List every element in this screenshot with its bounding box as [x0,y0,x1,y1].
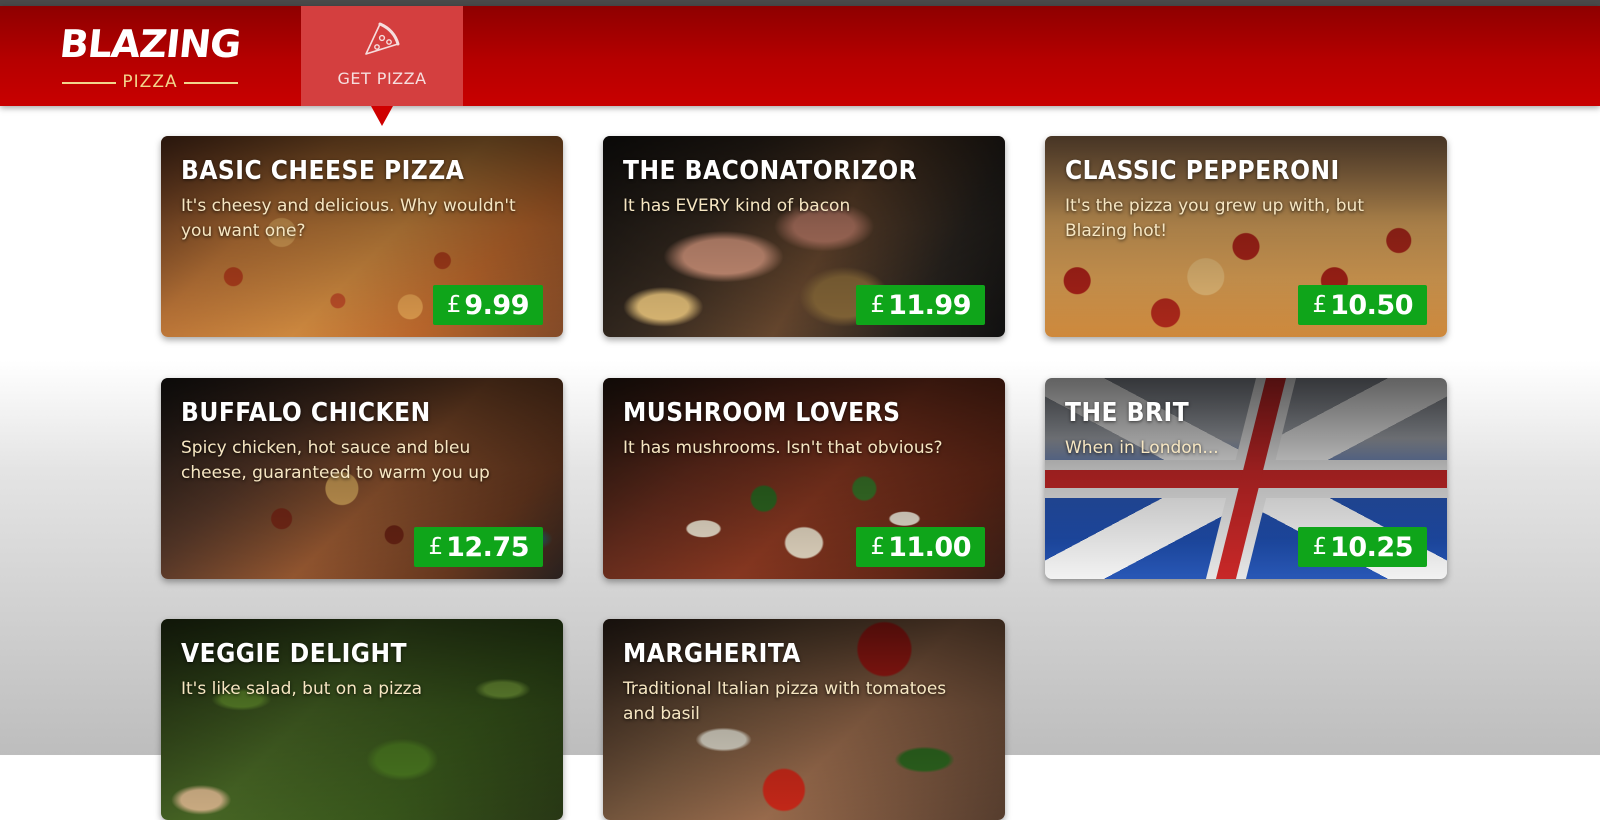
price-badge: £ 10.25 [1298,527,1427,567]
price-value: 12.75 [446,531,529,563]
price-badge: £ 10.50 [1298,285,1427,325]
pizza-title: THE BRIT [1065,398,1190,428]
pizza-description: It's like salad, but on a pizza [181,679,422,699]
currency-symbol: £ [428,534,444,560]
nav-label-get-pizza: GET PIZZA [337,69,427,88]
currency-symbol: £ [1312,534,1328,560]
active-nav-indicator [371,106,393,126]
pizza-description: It's cheesy and delicious. Why wouldn't … [181,196,516,241]
top-bar: BLAZING PIZZA GET PIZZA [0,6,1600,106]
pizza-description: When in London... [1065,438,1219,458]
pizza-description: Traditional Italian pizza with tomatoes … [623,679,947,724]
logo-divider-right [184,82,238,84]
price-badge: £ 11.00 [856,527,985,567]
pizza-description: It has mushrooms. Isn't that obvious? [623,438,943,458]
currency-symbol: £ [446,292,462,318]
currency-symbol: £ [1312,292,1328,318]
pizza-title: CLASSIC PEPPERONI [1065,156,1340,186]
price-value: 11.99 [888,289,971,321]
pizza-title: BASIC CHEESE PIZZA [181,156,465,186]
pizza-title: VEGGIE DELIGHT [181,639,408,669]
pizza-description: It's the pizza you grew up with, but Bla… [1065,196,1364,241]
pizza-title: BUFFALO CHICKEN [181,398,431,428]
nav-tab-get-pizza[interactable]: GET PIZZA [301,6,463,106]
pizza-card-baconatorizor[interactable]: THE BACONATORIZOR It has EVERY kind of b… [603,136,1005,337]
pizza-card-veggie-delight[interactable]: VEGGIE DELIGHT It's like salad, but on a… [161,619,563,820]
price-value: 11.00 [888,531,971,563]
price-badge: £ 9.99 [432,285,543,325]
pizza-card-classic-pepperoni[interactable]: CLASSIC PEPPERONI It's the pizza you gre… [1045,136,1447,337]
pizza-slice-icon [365,22,400,55]
pizza-card-the-brit[interactable]: THE BRIT When in London... £ 10.25 [1045,378,1447,579]
blazing-pizza-logo[interactable]: BLAZING PIZZA [57,20,243,92]
currency-symbol: £ [870,292,886,318]
pizza-title: MUSHROOM LOVERS [623,398,901,428]
price-value: 10.50 [1330,289,1413,321]
price-badge: £ 12.75 [414,527,543,567]
pizza-description: It has EVERY kind of bacon [623,196,851,216]
currency-symbol: £ [870,534,886,560]
price-badge: £ 11.99 [856,285,985,325]
logo-main-text: BLAZING [57,22,243,66]
pizza-description: Spicy chicken, hot sauce and bleu cheese… [181,438,490,483]
pizza-card-mushroom-lovers[interactable]: MUSHROOM LOVERS It has mushrooms. Isn't … [603,378,1005,579]
price-value: 9.99 [464,289,529,321]
pizza-title: MARGHERITA [623,639,801,669]
pizza-card-margherita[interactable]: MARGHERITA Traditional Italian pizza wit… [603,619,1005,820]
pizza-card-buffalo-chicken[interactable]: BUFFALO CHICKEN Spicy chicken, hot sauce… [161,378,563,579]
price-value: 10.25 [1330,531,1413,563]
pizza-title: THE BACONATORIZOR [623,156,918,186]
pizza-card-basic-cheese[interactable]: BASIC CHEESE PIZZA It's cheesy and delic… [161,136,563,337]
